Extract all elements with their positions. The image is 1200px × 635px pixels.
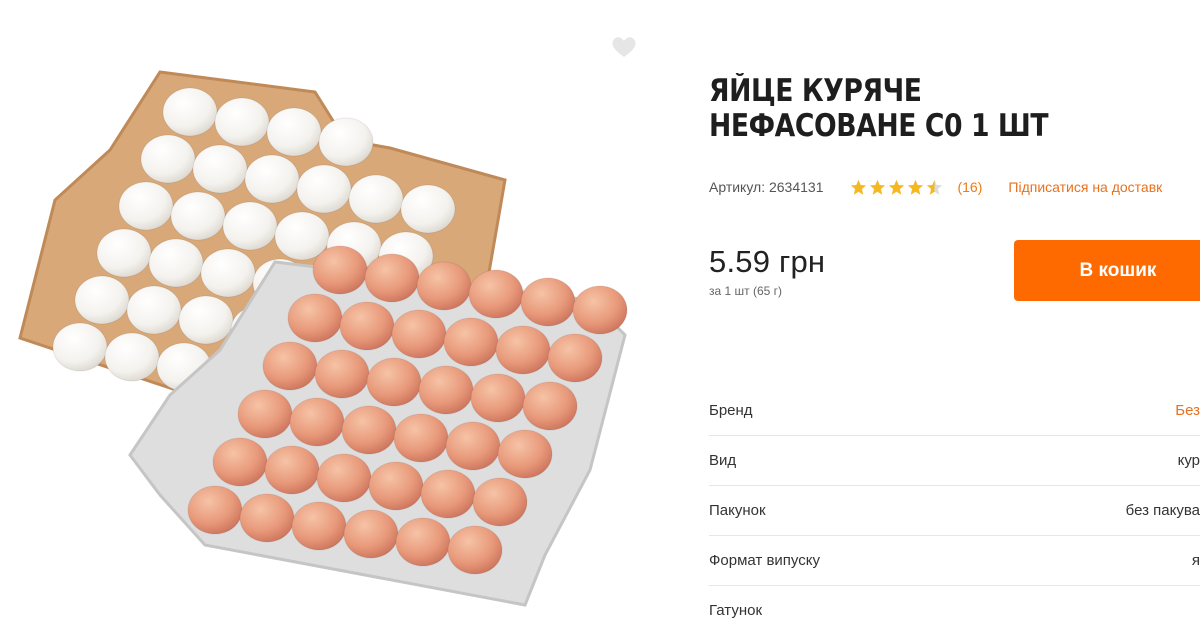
spec-label: Гатунок [709, 602, 763, 619]
product-title: ЯЙЦЕ КУРЯЧЕ НЕФАСОВАНЕ С0 1 ШТ [709, 73, 1049, 144]
spec-row-grade: Гатунок [709, 586, 1200, 635]
product-meta: Артикул: 2634131 (16) Підписатися на дос… [709, 176, 1200, 198]
star-icon [870, 179, 886, 195]
spec-row-type: Вид кур [709, 436, 1200, 486]
spec-row-format: Формат випуску я [709, 536, 1200, 586]
add-to-cart-button[interactable]: В кошик [1014, 240, 1200, 301]
spec-value: кур [1177, 452, 1200, 469]
article-number: Артикул: 2634131 [709, 179, 824, 195]
heart-icon[interactable] [611, 35, 637, 59]
spec-label: Вид [709, 452, 737, 469]
subscribe-delivery-link[interactable]: Підписатися на доставк [1008, 179, 1162, 195]
product-image [0, 0, 660, 626]
star-icon [889, 179, 905, 195]
unit-info: за 1 шт (65 г) [709, 284, 783, 298]
specs-table: Бренд Без Вид кур Пакунок без пакува Фор… [709, 386, 1200, 635]
spec-value: без пакува [1125, 502, 1200, 519]
spec-value-link[interactable]: Без [1175, 402, 1200, 419]
star-icon [908, 179, 924, 195]
rating-stars[interactable] [850, 179, 945, 196]
spec-label: Пакунок [709, 502, 766, 519]
star-icon [927, 179, 943, 195]
spec-label: Формат випуску [709, 552, 820, 569]
star-icon [851, 179, 867, 195]
spec-value: я [1191, 552, 1200, 569]
reviews-count[interactable]: (16) [957, 179, 982, 195]
spec-row-brand: Бренд Без [709, 386, 1200, 436]
price: 5.59 грн [709, 244, 826, 279]
spec-row-package: Пакунок без пакува [709, 486, 1200, 536]
spec-label: Бренд [709, 402, 753, 419]
